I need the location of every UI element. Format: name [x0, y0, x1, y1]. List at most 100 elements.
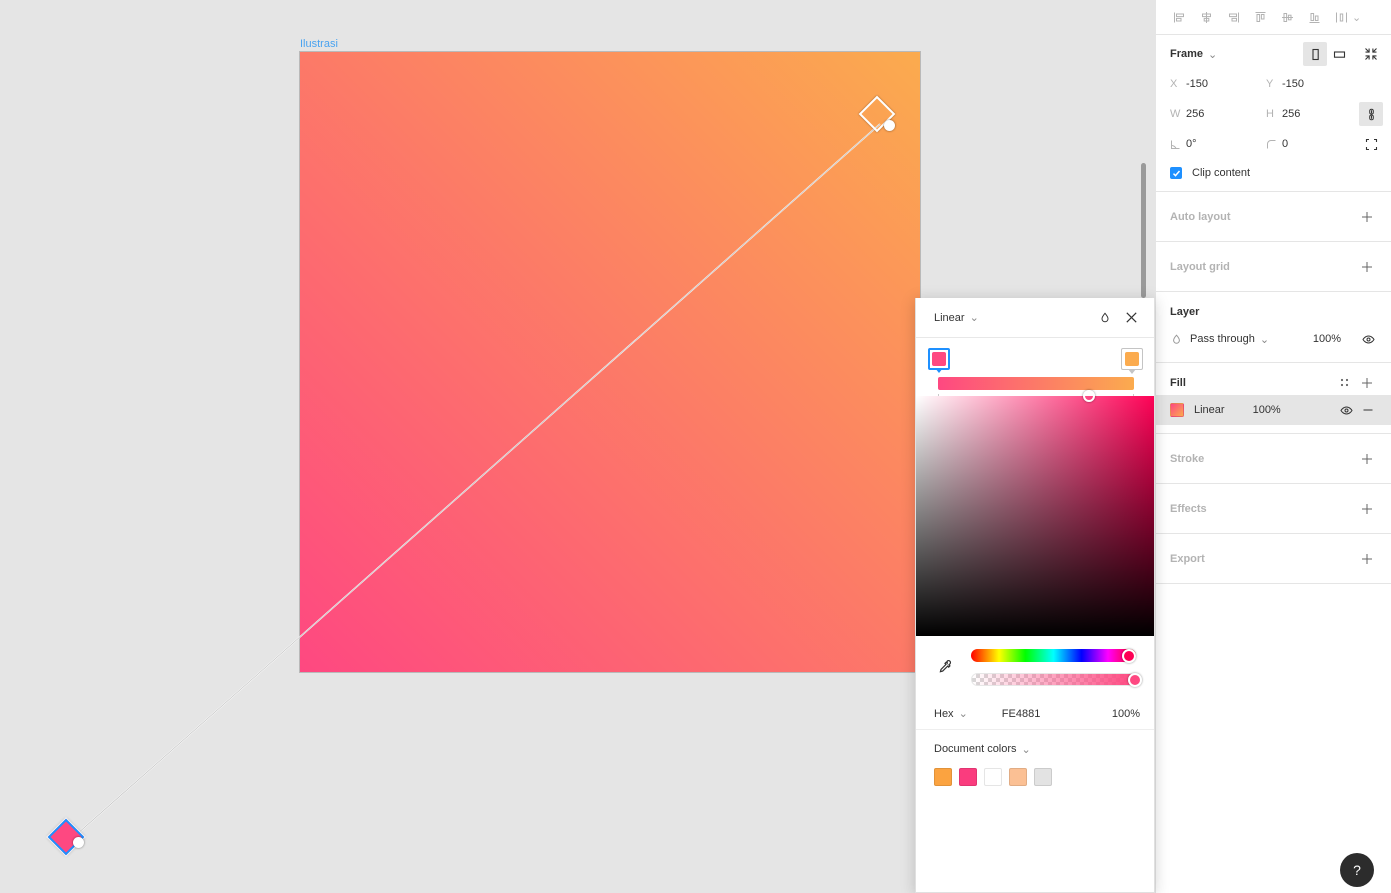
add-stroke-button[interactable] — [1355, 447, 1379, 471]
frame-type-chevron[interactable]: ⌄ — [1208, 48, 1217, 61]
gradient-end-dot[interactable] — [884, 120, 895, 131]
gradient-start-dot[interactable] — [73, 837, 84, 848]
frame-header-row: Frame ⌄ — [1156, 39, 1391, 69]
gradient-stop-end[interactable] — [1121, 348, 1143, 374]
stroke-section: Stroke — [1156, 434, 1391, 483]
alignment-toolbar: ⌄ — [1156, 0, 1391, 34]
color-picker-header: Linear ⌄ — [916, 298, 1154, 338]
align-left-icon[interactable] — [1166, 4, 1192, 30]
clip-content-label: Clip content — [1192, 167, 1251, 179]
add-auto-layout-button[interactable] — [1355, 205, 1379, 229]
layer-opacity-value[interactable]: 100% — [1313, 333, 1341, 345]
y-value[interactable]: -150 — [1282, 78, 1304, 90]
alpha-slider[interactable] — [971, 672, 1142, 687]
x-value[interactable]: -150 — [1186, 78, 1208, 90]
rotation-field[interactable]: 0° — [1170, 132, 1256, 156]
corner-radius-value[interactable]: 0 — [1282, 138, 1288, 150]
document-colors-label: Document colors — [934, 743, 1017, 755]
align-top-icon[interactable] — [1247, 4, 1273, 30]
landscape-orientation-icon[interactable] — [1327, 42, 1351, 66]
blend-mode-chevron[interactable]: ⌄ — [1260, 333, 1269, 346]
invert-gradient-icon[interactable] — [1092, 305, 1118, 331]
document-colors-chevron[interactable]: ⌄ — [1022, 743, 1031, 756]
auto-layout-section: Auto layout — [1156, 192, 1391, 241]
width-value[interactable]: 256 — [1186, 108, 1204, 120]
frame-type-label: Frame — [1170, 48, 1204, 60]
fill-row-linear[interactable]: Linear 100% — [1156, 395, 1391, 425]
figma-app: Ilustrasi ⌄ Frame ⌄ X -150 Y -150 W 256 … — [0, 0, 1391, 893]
gradient-color-picker-popup[interactable]: Linear ⌄ Hex ⌄ FE4881 100% Document colo… — [915, 298, 1155, 893]
clip-content-checkbox[interactable] — [1170, 167, 1182, 179]
layer-section-header: Layer — [1156, 292, 1391, 322]
fill-type-label[interactable]: Linear — [1194, 404, 1225, 416]
color-mode-chevron[interactable]: ⌄ — [959, 707, 968, 720]
add-export-button[interactable] — [1355, 547, 1379, 571]
artboard-ilustrasi[interactable] — [300, 52, 920, 672]
divider — [1156, 34, 1391, 35]
width-field[interactable]: W 256 — [1170, 102, 1256, 126]
collapse-icon[interactable] — [1359, 42, 1383, 66]
close-icon[interactable] — [1118, 305, 1144, 331]
align-right-icon[interactable] — [1220, 4, 1246, 30]
align-bottom-icon[interactable] — [1301, 4, 1327, 30]
rotation-row: 0° 0 — [1156, 129, 1391, 159]
distribute-icon[interactable] — [1328, 4, 1354, 30]
layout-grid-section: Layout grid — [1156, 242, 1391, 291]
help-button[interactable]: ? — [1340, 853, 1374, 887]
document-colors-header[interactable]: Document colors ⌄ — [916, 730, 1154, 768]
remove-fill-button[interactable] — [1357, 399, 1379, 421]
portrait-orientation-icon[interactable] — [1303, 42, 1327, 66]
gradient-type-chevron[interactable]: ⌄ — [970, 311, 979, 324]
height-value[interactable]: 256 — [1282, 108, 1300, 120]
color-mode-label[interactable]: Hex — [934, 708, 954, 720]
rotation-value[interactable]: 0° — [1186, 138, 1197, 150]
gradient-direction-line — [67, 118, 881, 843]
document-colors-swatches — [916, 768, 1154, 786]
add-effect-button[interactable] — [1355, 497, 1379, 521]
alignment-more-chevron[interactable]: ⌄ — [1352, 11, 1361, 24]
position-row: X -150 Y -150 — [1156, 69, 1391, 99]
y-label: Y — [1266, 78, 1274, 90]
clip-content-row[interactable]: Clip content — [1156, 159, 1391, 187]
fill-opacity-value[interactable]: 100% — [1253, 404, 1281, 416]
fill-section-header: Fill — [1156, 363, 1391, 393]
align-horizontal-center-icon[interactable] — [1193, 4, 1219, 30]
height-field[interactable]: H 256 — [1266, 102, 1352, 126]
fill-swatch[interactable] — [1170, 403, 1184, 417]
canvas-vertical-scrollbar[interactable] — [1141, 163, 1146, 298]
alpha-slider-knob[interactable] — [1128, 672, 1142, 687]
add-fill-button[interactable] — [1355, 371, 1379, 395]
eyedropper-icon[interactable] — [932, 654, 958, 680]
layer-visibility-eye-icon[interactable] — [1357, 328, 1379, 350]
constraints-icon[interactable] — [1359, 132, 1383, 156]
fill-styles-icon[interactable] — [1333, 372, 1355, 394]
x-field[interactable]: X -150 — [1170, 72, 1256, 96]
corner-radius-field[interactable]: 0 — [1266, 132, 1352, 156]
gradient-stops-editor[interactable] — [916, 338, 1154, 399]
frame-name-label[interactable]: Ilustrasi — [300, 38, 338, 50]
gradient-type-label[interactable]: Linear — [934, 312, 965, 324]
gradient-preview-bar[interactable] — [938, 377, 1134, 390]
gradient-stop-start[interactable] — [928, 348, 950, 373]
stroke-label: Stroke — [1170, 452, 1205, 465]
saturation-value-picker[interactable] — [916, 390, 1154, 636]
document-color-swatch[interactable] — [984, 768, 1002, 786]
y-field[interactable]: Y -150 — [1266, 72, 1352, 96]
hue-slider[interactable] — [971, 648, 1137, 663]
hex-value-input[interactable]: FE4881 — [1002, 708, 1041, 720]
fill-visibility-eye-icon[interactable] — [1335, 399, 1357, 421]
link-aspect-ratio-icon[interactable] — [1359, 102, 1383, 126]
add-layout-grid-button[interactable] — [1355, 255, 1379, 279]
gradient-stop-start-swatch — [932, 352, 946, 366]
width-label: W — [1170, 108, 1181, 120]
blend-mode-value[interactable]: Pass through — [1190, 333, 1255, 345]
sv-picker-cursor[interactable] — [1082, 390, 1095, 402]
document-color-swatch[interactable] — [1009, 768, 1027, 786]
document-color-swatch[interactable] — [934, 768, 952, 786]
alpha-value-input[interactable]: 100% — [1112, 708, 1140, 720]
align-vertical-center-icon[interactable] — [1274, 4, 1300, 30]
document-color-swatch[interactable] — [959, 768, 977, 786]
divider — [1156, 583, 1391, 584]
hue-slider-knob[interactable] — [1122, 648, 1137, 663]
document-color-swatch[interactable] — [1034, 768, 1052, 786]
